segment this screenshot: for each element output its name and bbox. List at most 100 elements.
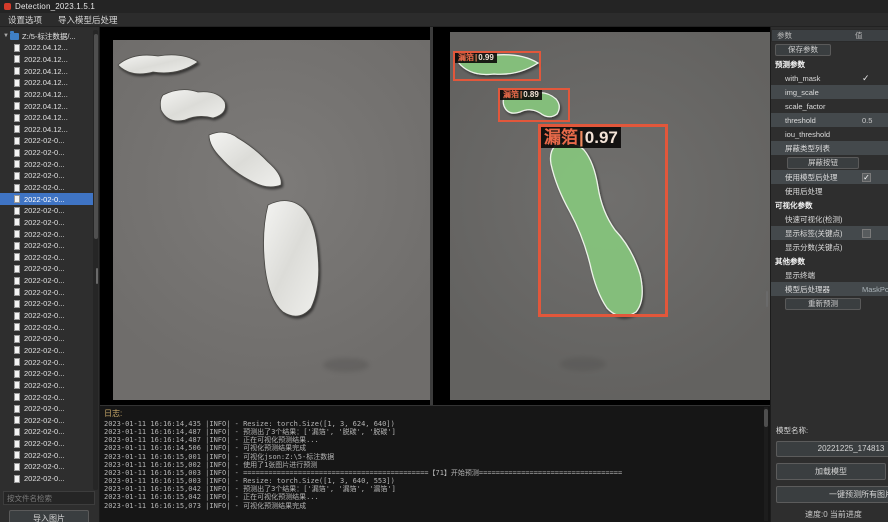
file-item[interactable]: 2022-02-0... bbox=[0, 333, 98, 345]
param-row[interactable]: 使用模型后处理✓ bbox=[771, 170, 888, 184]
checkbox-icon[interactable] bbox=[862, 229, 871, 238]
param-row[interactable]: img_scale bbox=[771, 85, 888, 99]
param-action-button[interactable]: 保存参数 bbox=[775, 44, 831, 56]
param-row[interactable]: 使用后处理 bbox=[771, 184, 888, 198]
file-icon bbox=[14, 440, 20, 448]
file-item[interactable]: 2022-02-0... bbox=[0, 263, 98, 275]
file-item[interactable]: 2022-02-0... bbox=[0, 461, 98, 473]
file-item[interactable]: 2022-02-0... bbox=[0, 415, 98, 427]
file-item-label: 2022-02-0... bbox=[24, 160, 64, 169]
file-item[interactable]: 2022-02-0... bbox=[0, 356, 98, 368]
file-item[interactable]: 2022-02-0... bbox=[0, 426, 98, 438]
file-item[interactable]: 2022-02-0... bbox=[0, 438, 98, 450]
file-item-label: 2022-02-0... bbox=[24, 462, 64, 471]
file-item[interactable]: 2022-02-0... bbox=[0, 298, 98, 310]
tree-scrollbar-thumb[interactable] bbox=[94, 34, 98, 239]
file-item-label: 2022-02-0... bbox=[24, 323, 64, 332]
param-row[interactable]: with_mask✓ bbox=[771, 71, 888, 85]
param-checkbox[interactable] bbox=[862, 229, 888, 238]
checkbox-icon[interactable]: ✓ bbox=[862, 173, 871, 182]
file-item-label: 2022-02-0... bbox=[24, 264, 64, 273]
file-icon bbox=[14, 55, 20, 63]
file-item[interactable]: 2022-02-0... bbox=[0, 449, 98, 461]
model-group: 模型名称: 20221225_174813 加载模型 一键预测所有图片 速度:0… bbox=[771, 425, 888, 522]
file-item-label: 2022-02-0... bbox=[24, 474, 64, 483]
file-item[interactable]: 2022-02-0... bbox=[0, 368, 98, 380]
param-row[interactable]: 快速可视化(检测) bbox=[771, 212, 888, 226]
param-row[interactable]: 显示终端 bbox=[771, 268, 888, 282]
file-item-selected[interactable]: 2022-02-0... bbox=[0, 193, 98, 205]
param-row[interactable]: 屏蔽类型列表 bbox=[771, 141, 888, 155]
file-item-label: 2022.04.12... bbox=[24, 90, 68, 99]
app-window: Detection_2023.1.5.1 设置选项 导入模型后处理 ▼ Z:/5… bbox=[0, 0, 888, 522]
file-item[interactable]: 2022-02-0... bbox=[0, 182, 98, 194]
file-item[interactable]: 2022-02-0... bbox=[0, 228, 98, 240]
file-item[interactable]: 2022.04.12... bbox=[0, 77, 98, 89]
source-image-panel bbox=[113, 40, 431, 400]
file-item[interactable]: 2022-02-0... bbox=[0, 286, 98, 298]
file-item[interactable]: 2022-02-0... bbox=[0, 345, 98, 357]
file-item[interactable]: 2022-02-0... bbox=[0, 158, 98, 170]
load-model-button[interactable]: 加载模型 bbox=[776, 463, 886, 480]
file-icon bbox=[14, 137, 20, 145]
file-item[interactable]: 2022.04.12... bbox=[0, 42, 98, 54]
file-item[interactable]: 2022.04.12... bbox=[0, 65, 98, 77]
log-line: 2023-01-11 16:16:14,506 |INFO| - 可视化预测结果… bbox=[104, 444, 770, 452]
param-row[interactable]: scale_factor bbox=[771, 99, 888, 113]
file-item[interactable]: 2022-02-0... bbox=[0, 205, 98, 217]
param-row[interactable]: 显示标签(关键点) bbox=[771, 226, 888, 240]
file-icon bbox=[14, 335, 20, 343]
param-checkbox[interactable]: ✓ bbox=[862, 173, 888, 182]
param-section-title: 预测参数 bbox=[771, 57, 888, 71]
menu-settings[interactable]: 设置选项 bbox=[0, 13, 50, 26]
param-header-name: 参数 bbox=[772, 30, 855, 41]
file-icon bbox=[14, 44, 20, 52]
file-item[interactable]: 2022-02-0... bbox=[0, 135, 98, 147]
param-label: 显示终端 bbox=[771, 270, 862, 281]
file-item[interactable]: 2022-02-0... bbox=[0, 391, 98, 403]
tree-expand-icon[interactable]: ▼ bbox=[2, 33, 10, 39]
param-action-button[interactable]: 屏蔽按钮 bbox=[787, 157, 859, 169]
splitter-handle[interactable] bbox=[766, 291, 768, 307]
file-item[interactable]: 2022.04.12... bbox=[0, 123, 98, 135]
log-scrollbar-thumb[interactable] bbox=[764, 409, 768, 427]
file-icon bbox=[14, 90, 20, 98]
file-item[interactable]: 2022.04.12... bbox=[0, 100, 98, 112]
file-item[interactable]: 2022.04.12... bbox=[0, 112, 98, 124]
param-action-button[interactable]: 重新预测 bbox=[785, 298, 861, 310]
file-item[interactable]: 2022-02-0... bbox=[0, 403, 98, 415]
param-row[interactable]: iou_threshold bbox=[771, 127, 888, 141]
model-name-label: 模型名称: bbox=[771, 425, 888, 436]
log-scrollbar[interactable] bbox=[764, 407, 768, 521]
import-images-button[interactable]: 导入图片 bbox=[9, 510, 89, 522]
search-input[interactable] bbox=[3, 491, 95, 505]
detection-class: 漏箔 bbox=[458, 53, 474, 62]
file-item[interactable]: 2022-02-0... bbox=[0, 380, 98, 392]
param-row[interactable]: 显示分数(关键点) bbox=[771, 240, 888, 254]
param-row[interactable]: 模型后处理器MaskPostPro bbox=[771, 282, 888, 296]
file-item[interactable]: 2022-02-0... bbox=[0, 217, 98, 229]
file-item-label: 2022-02-0... bbox=[24, 416, 64, 425]
file-item[interactable]: 2022-02-0... bbox=[0, 240, 98, 252]
file-item-label: 2022-02-0... bbox=[24, 183, 64, 192]
log-line: 2023-01-11 16:16:15,002 |INFO| - 使用了1张图片… bbox=[104, 461, 770, 469]
file-item[interactable]: 2022-02-0... bbox=[0, 252, 98, 264]
tree-root[interactable]: ▼ Z:/5-标注数据/... bbox=[0, 30, 98, 42]
file-item[interactable]: 2022-02-0... bbox=[0, 310, 98, 322]
file-item[interactable]: 2022.04.12... bbox=[0, 89, 98, 101]
model-value-button[interactable]: 20221225_174813 bbox=[776, 441, 888, 457]
file-item[interactable]: 2022-02-0... bbox=[0, 147, 98, 159]
file-item[interactable]: 2022.04.12... bbox=[0, 54, 98, 66]
file-item[interactable]: 2022-02-0... bbox=[0, 321, 98, 333]
file-icon bbox=[14, 195, 20, 203]
file-item[interactable]: 2022-02-0... bbox=[0, 170, 98, 182]
file-icon bbox=[14, 242, 20, 250]
param-row[interactable]: threshold0.5 bbox=[771, 113, 888, 127]
file-item[interactable]: 2022-02-0... bbox=[0, 473, 98, 485]
file-item[interactable]: 2022-02-0... bbox=[0, 275, 98, 287]
tree-scrollbar[interactable] bbox=[93, 30, 98, 490]
predict-all-button[interactable]: 一键预测所有图片 bbox=[776, 486, 888, 503]
menu-import-postprocess[interactable]: 导入模型后处理 bbox=[50, 13, 126, 26]
splitter-handle[interactable] bbox=[96, 268, 98, 284]
file-icon bbox=[14, 230, 20, 238]
